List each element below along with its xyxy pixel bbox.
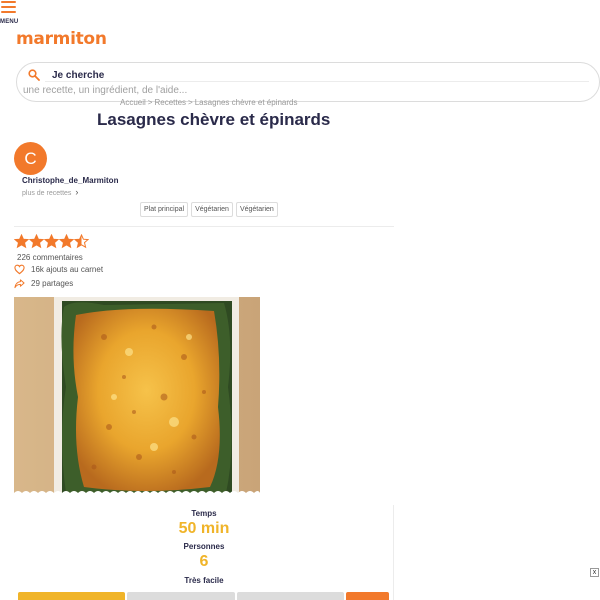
author-name[interactable]: Christophe_de_Marmiton (22, 176, 118, 185)
breadcrumb: Accueil > Recettes > Lasagnes chèvre et épin… (120, 98, 297, 107)
author-more-label: plus de recettes (22, 190, 72, 197)
rating-stars[interactable] (14, 234, 89, 249)
recipe-photo[interactable] (14, 297, 260, 497)
people-value: 6 (199, 553, 209, 570)
hamburger-icon (1, 1, 16, 14)
divider (14, 226, 394, 227)
search-divider (45, 81, 589, 82)
star-icon (44, 234, 59, 249)
search-title: Je cherche (52, 70, 105, 81)
search-icon (28, 69, 40, 81)
comments-link[interactable]: 226 commentaires (17, 253, 83, 262)
time-label: Temps (191, 509, 217, 518)
tag-vegetarien[interactable]: Végétarien (235, 202, 278, 217)
people-label: Personnes (183, 542, 225, 551)
tag-plat-principal[interactable]: Plat principal (140, 202, 189, 217)
search-input[interactable] (23, 83, 523, 97)
carnet-count: 16k ajouts au carnet (31, 265, 104, 274)
difficulty-label: Très facile (184, 576, 224, 585)
page-title: Lasagnes chèvre et épinards (97, 110, 331, 129)
difficulty-segment (18, 592, 126, 600)
difficulty-segment (236, 592, 345, 600)
star-icon (74, 234, 89, 249)
time-value: 50 min (178, 520, 230, 537)
author-more-recipes-link[interactable]: plus de recettes › (22, 187, 78, 197)
breadcrumb-separator: > (147, 98, 153, 107)
close-ad-button[interactable]: x (590, 568, 599, 577)
share-button[interactable]: 29 partages (14, 278, 73, 289)
carnet-button[interactable]: 16k ajouts au carnet (14, 264, 103, 275)
difficulty-segment (127, 592, 235, 600)
breadcrumb-separator: > (188, 98, 193, 107)
star-icon (59, 234, 74, 249)
menu-button[interactable]: MENU (0, 0, 24, 28)
star-icon (14, 234, 29, 249)
breadcrumb-home[interactable]: Accueil (120, 98, 146, 107)
breadcrumb-current: Lasagnes chèvre et épinards (194, 98, 298, 107)
shares-count: 29 partages (31, 279, 74, 288)
recipe-info-panel: Temps 50 min Personnes 6 Très facile (14, 505, 394, 600)
search-bar[interactable]: Je cherche (16, 62, 600, 102)
menu-label: MENU (0, 19, 19, 25)
star-icon (29, 234, 44, 249)
heart-icon (14, 264, 25, 275)
recipe-tags: Plat principal Végétarien Végétarien (140, 202, 278, 217)
tag-vegetarien[interactable]: Végétarien (191, 202, 233, 217)
marmiton-logo[interactable]: marmiton (16, 29, 107, 49)
difficulty-segment (346, 592, 390, 600)
breadcrumb-recipes[interactable]: Recettes (154, 98, 186, 107)
difficulty-bar (18, 592, 390, 600)
share-icon (14, 279, 25, 289)
author-avatar[interactable]: C (14, 142, 47, 175)
recipe-photo-image (14, 297, 260, 497)
chevron-right-icon: › (75, 187, 79, 197)
